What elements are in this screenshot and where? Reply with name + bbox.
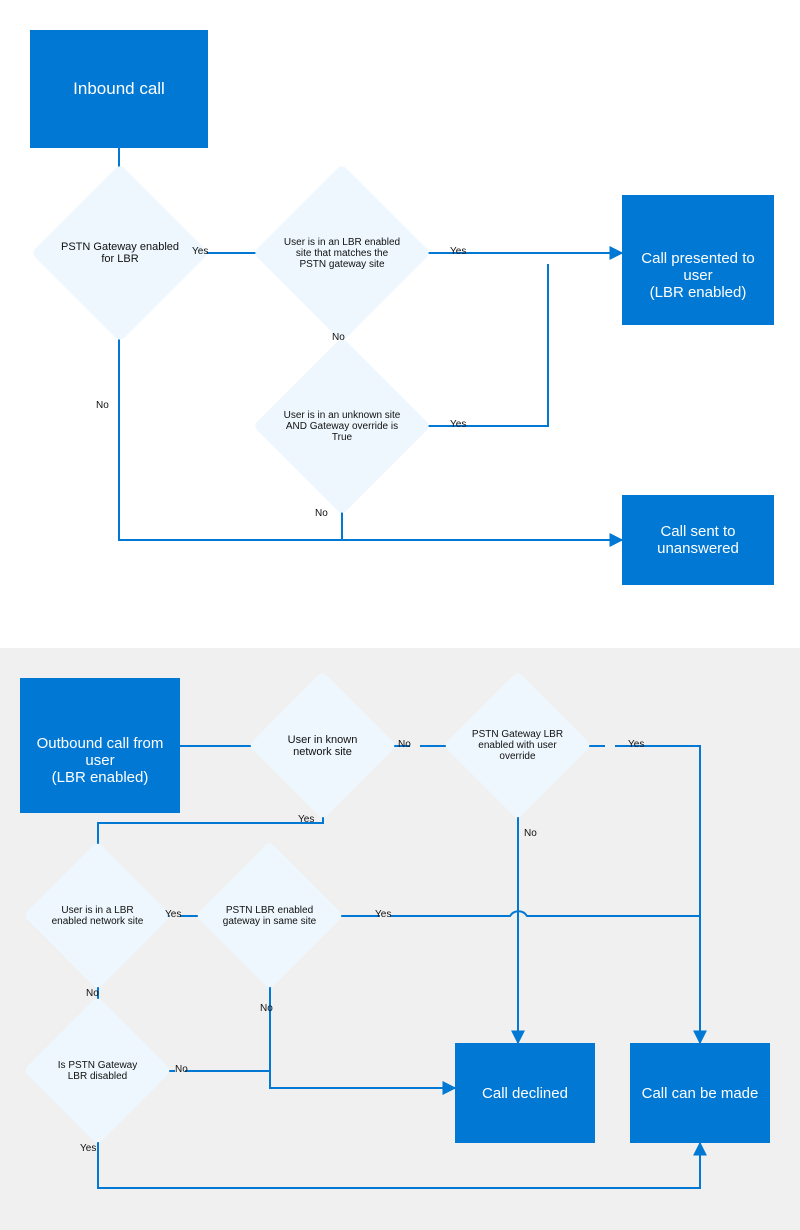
- out-call-presented-label: Call presented to user (LBR enabled): [641, 250, 754, 301]
- lbl2-no-4: No: [260, 1003, 273, 1014]
- decision-user-lbr-site2-label: User is in a LBR enabled network site: [45, 901, 150, 931]
- inbound-diagram: Inbound call PSTN Gateway enabled for LB…: [0, 0, 800, 648]
- decision-gateway-same-site-label: PSTN LBR enabled gateway in same site: [217, 901, 322, 931]
- lbl-no-1: No: [96, 400, 109, 411]
- out-call-declined-label: Call declined: [482, 1085, 568, 1102]
- out-call-presented: Call presented to user (LBR enabled): [622, 195, 774, 325]
- lbl2-yes-1: Yes: [298, 814, 314, 825]
- user-icon: [87, 705, 113, 731]
- decision-known-site-label: User in known network site: [270, 730, 375, 762]
- decision-pstn-lbr-label: PSTN Gateway enabled for LBR: [57, 237, 183, 269]
- lbl-no-3: No: [315, 508, 328, 519]
- lbl2-no-2: No: [524, 828, 537, 839]
- inbound-start-label: Inbound call: [73, 79, 165, 99]
- inbound-start: Inbound call: [30, 30, 208, 148]
- decision-gateway-same-site: PSTN LBR enabled gateway in same site: [217, 863, 322, 968]
- lbl2-yes-2: Yes: [628, 739, 644, 750]
- decision-user-lbr-site-label: User is in an LBR enabled site that matc…: [279, 233, 405, 274]
- lbl-no-2: No: [332, 332, 345, 343]
- outbound-start-label: Outbound call from user (LBR enabled): [37, 735, 164, 786]
- decision-gateway-disabled-label: Is PSTN Gateway LBR disabled: [45, 1056, 150, 1086]
- lbl-yes-3: Yes: [450, 419, 466, 430]
- user-icon: [685, 220, 711, 246]
- lbl2-yes-5: Yes: [80, 1143, 96, 1154]
- out-call-made-label: Call can be made: [642, 1085, 759, 1102]
- decision-override-label: PSTN Gateway LBR enabled with user overr…: [465, 725, 570, 766]
- lbl-yes-1: Yes: [192, 246, 208, 257]
- decision-user-lbr-site: User is in an LBR enabled site that matc…: [279, 190, 405, 316]
- lbl2-yes-3: Yes: [165, 909, 181, 920]
- lbl2-no-5: No: [175, 1064, 188, 1075]
- decision-known-site: User in known network site: [270, 693, 375, 798]
- decision-gateway-disabled: Is PSTN Gateway LBR disabled: [45, 1018, 150, 1123]
- out-call-unanswered: Call sent to unanswered: [622, 495, 774, 585]
- out-call-made: Call can be made: [630, 1043, 770, 1143]
- decision-unknown-site: User is in an unknown site AND Gateway o…: [279, 363, 405, 489]
- decision-pstn-lbr: PSTN Gateway enabled for LBR: [57, 190, 183, 316]
- decision-unknown-site-label: User is in an unknown site AND Gateway o…: [279, 406, 405, 447]
- outbound-start: Outbound call from user (LBR enabled): [20, 678, 180, 813]
- outbound-diagram: Outbound call from user (LBR enabled) Us…: [0, 648, 800, 1230]
- decision-user-lbr-site2: User is in a LBR enabled network site: [45, 863, 150, 968]
- lbl-yes-2: Yes: [450, 246, 466, 257]
- lbl2-no-1: No: [398, 739, 411, 750]
- lbl2-no-3: No: [86, 988, 99, 999]
- out-call-declined: Call declined: [455, 1043, 595, 1143]
- lbl2-yes-4: Yes: [375, 909, 391, 920]
- decision-override: PSTN Gateway LBR enabled with user overr…: [465, 693, 570, 798]
- out-call-unanswered-label: Call sent to unanswered: [630, 523, 766, 557]
